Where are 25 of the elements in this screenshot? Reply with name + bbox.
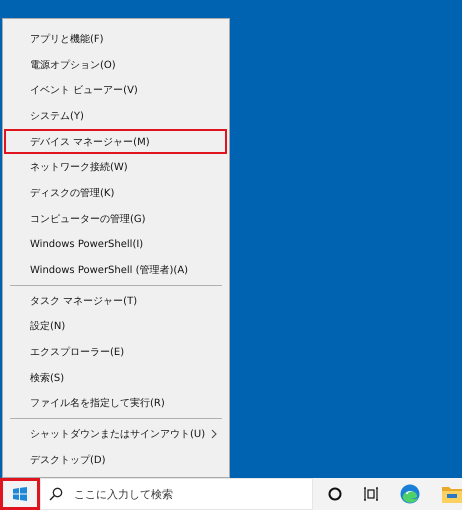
menu-item[interactable]: ネットワーク接続(W) [4,154,227,180]
menu-item[interactable]: ディスクの管理(K) [4,180,227,206]
menu-item[interactable]: タスク マネージャー(T) [4,288,227,314]
menu-item[interactable]: Windows PowerShell(I) [4,232,227,258]
menu-item[interactable]: エクスプローラー(E) [4,339,227,365]
menu-item[interactable]: 電源オプション(O) [4,52,227,78]
menu-item[interactable]: Windows PowerShell (管理者)(A) [4,257,227,283]
menu-item[interactable]: システム(Y) [4,103,227,129]
start-button[interactable] [0,478,40,510]
menu-item[interactable]: デスクトップ(D) [4,447,227,473]
windows-icon [13,487,27,501]
menu-item[interactable]: コンピューターの管理(G) [4,206,227,232]
menu-item[interactable]: 検索(S) [4,364,227,391]
search-field[interactable]: ここに入力して検索 [40,478,313,510]
circle-icon[interactable] [328,487,342,501]
task-view-icon[interactable] [364,487,378,501]
menu-item[interactable]: アプリと機能(F) [4,26,227,52]
menu-item[interactable]: デバイス マネージャー(M) [4,128,227,154]
menu-item[interactable]: シャットダウンまたはサインアウト(U) [4,421,227,447]
folder-icon[interactable] [442,485,462,503]
menu-item[interactable]: 設定(N) [4,314,227,340]
browser-icon[interactable] [400,484,420,504]
search-icon [49,487,63,501]
menu-item[interactable]: ファイル名を指定して実行(R) [4,390,227,416]
menu-item[interactable]: イベント ビューアー(V) [4,77,227,104]
